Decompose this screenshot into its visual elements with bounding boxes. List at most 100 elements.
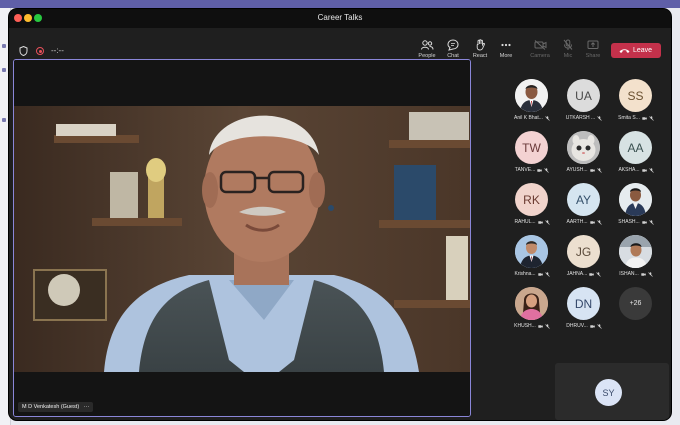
avatar (619, 235, 652, 268)
participant-name-row: Smita S... (604, 115, 668, 121)
participant-name: AYUSH... (566, 167, 588, 173)
window-title: Career Talks (317, 13, 363, 22)
leave-label: Leave (633, 47, 653, 54)
avatar: RK (515, 183, 548, 216)
camera-off-icon (534, 40, 546, 50)
people-button[interactable]: People (414, 39, 440, 59)
mic-muted-icon (596, 271, 601, 277)
camera-button[interactable]: Camera (527, 39, 553, 59)
mic-muted-icon (648, 271, 653, 277)
more-icon (501, 43, 511, 47)
participant-name-row: AKSHA... (604, 167, 668, 173)
participant-name-row: SHASH... (604, 219, 668, 225)
avatar: AA (619, 131, 652, 164)
background-mark (2, 44, 6, 48)
chat-button[interactable]: Chat (440, 39, 466, 59)
main-video-stage[interactable]: M D Venkatesh (Guest) ··· (13, 59, 471, 417)
mic-muted-icon (649, 115, 654, 121)
avatar: SS (619, 79, 652, 112)
mic-muted-icon (596, 167, 602, 173)
camera-off-small-icon (590, 324, 595, 328)
mic-muted-icon (545, 323, 550, 329)
mic-muted-icon (596, 219, 602, 225)
camera-off-small-icon (537, 220, 543, 224)
title-bar: Career Talks (9, 9, 671, 28)
recording-icon (36, 47, 44, 55)
participant-photo (515, 287, 548, 320)
avatar: UA (567, 79, 600, 112)
mic-muted-icon (544, 167, 549, 173)
camera-off-small-icon (641, 168, 647, 172)
camera-off-small-icon (537, 168, 543, 172)
avatar (515, 287, 548, 320)
leave-button[interactable]: Leave (611, 43, 661, 58)
avatar: DN (567, 287, 600, 320)
mic-muted-icon (648, 219, 654, 225)
camera-off-small-icon (589, 168, 595, 172)
mic-muted-icon (648, 167, 654, 173)
mic-button[interactable]: Mic (555, 39, 581, 59)
participant-name: JAHNA... (566, 271, 588, 277)
avatar: JG (567, 235, 600, 268)
avatar: TW (515, 131, 548, 164)
participant-name: RAHUL... (514, 219, 536, 225)
participant-name: Krishna... (514, 271, 536, 277)
participant-name: ISHAN... (619, 271, 639, 277)
avatar (515, 235, 548, 268)
mic-muted-icon (545, 115, 550, 121)
participant-photo (515, 235, 548, 268)
participant-photo (619, 235, 652, 268)
participant-name: TANVE... (514, 167, 536, 173)
camera-off-small-icon (642, 220, 647, 224)
react-button[interactable]: React (467, 39, 493, 59)
participant-name: Smita S... (618, 115, 640, 121)
speaker-name: M D Venkatesh (Guest) (22, 404, 80, 410)
background-mark (2, 118, 6, 122)
camera-off-small-icon (538, 324, 543, 328)
participant-tile[interactable]: SHASH... (604, 183, 668, 233)
shield-icon[interactable] (19, 46, 28, 56)
participant-name-row: ISHAN... (604, 271, 668, 277)
participant-name: DHRUV... (566, 323, 588, 329)
participant-name: KHUSH... (514, 323, 536, 329)
self-view-tile[interactable]: SY (555, 363, 669, 420)
meeting-window: Career Talks --:-- People Chat React Mor… (9, 9, 671, 420)
share-icon (587, 40, 599, 49)
mic-muted-icon (544, 219, 550, 225)
phone-hangup-icon (619, 49, 630, 53)
participants-gallery: Anil K Bhat... UA UTKARSH ... SS Smita S… (471, 59, 671, 420)
mic-off-icon (563, 39, 573, 50)
react-hand-icon (476, 39, 485, 51)
more-button[interactable]: More (493, 39, 519, 59)
self-avatar: SY (595, 379, 622, 406)
speaker-name-tag: M D Venkatesh (Guest) ··· (18, 402, 94, 412)
camera-off-small-icon (589, 220, 595, 224)
share-button[interactable]: Share (580, 39, 606, 59)
participant-tile[interactable]: AA AKSHA... (604, 131, 668, 181)
overflow-participants-button[interactable]: +26 (604, 287, 668, 337)
avatar (619, 183, 652, 216)
avatar (515, 79, 548, 112)
participant-name: UTKARSH ... (565, 115, 596, 121)
speaker-more-icon[interactable]: ··· (84, 404, 90, 410)
speaker-video (14, 60, 470, 416)
participant-name: SHASH... (618, 219, 640, 225)
participant-name: AKSHA... (618, 167, 640, 173)
mic-muted-icon (544, 271, 550, 277)
participant-name: AARTH... (566, 219, 588, 225)
avatar (567, 131, 600, 164)
background-mark (2, 68, 6, 72)
people-icon (421, 40, 434, 50)
participant-tile[interactable]: ISHAN... (604, 235, 668, 285)
camera-off-small-icon (642, 116, 647, 120)
app-top-strip (0, 0, 680, 8)
camera-off-small-icon (589, 272, 595, 276)
overflow-count: +26 (619, 287, 652, 320)
mic-muted-icon (597, 323, 602, 329)
camera-off-small-icon (537, 272, 543, 276)
avatar: AY (567, 183, 600, 216)
chat-icon (447, 39, 459, 51)
participant-photo (515, 79, 548, 112)
mic-muted-icon (597, 115, 602, 121)
participant-tile[interactable]: SS Smita S... (604, 79, 668, 129)
